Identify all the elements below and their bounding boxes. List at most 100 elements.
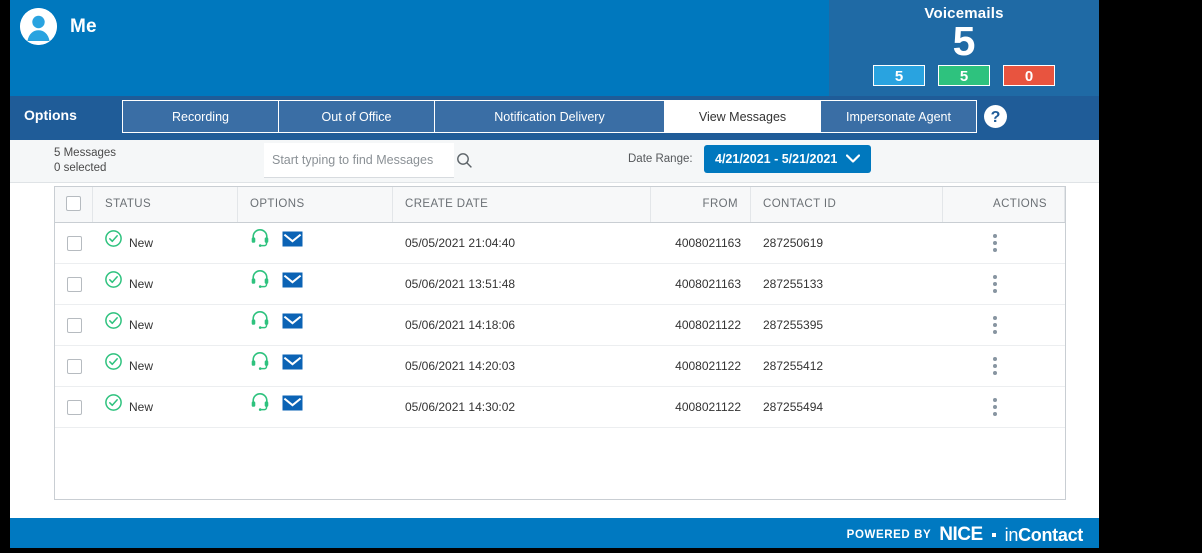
date-range-label: Date Range: [628, 153, 693, 165]
headset-icon[interactable] [250, 264, 270, 304]
tab-view-messages[interactable]: View Messages [664, 100, 821, 133]
table-row[interactable]: New [55, 264, 1065, 305]
row-contact-id: 287255412 [763, 359, 824, 373]
voicemail-badge-saved[interactable]: 5 [938, 65, 990, 86]
kebab-menu-icon[interactable] [993, 223, 997, 263]
tab-notification-delivery[interactable]: Notification Delivery [434, 100, 665, 133]
kebab-menu-icon[interactable] [993, 305, 997, 345]
header-identity: Me [20, 8, 97, 45]
tab-recording[interactable]: Recording [122, 100, 279, 133]
headset-icon[interactable] [250, 223, 270, 263]
tab-bar: Options Recording Out of Office Notifica… [10, 96, 1099, 140]
row-checkbox[interactable] [66, 400, 82, 416]
voicemails-total: 5 [952, 18, 976, 64]
row-options-cell [238, 346, 393, 386]
help-question-icon[interactable]: ? [983, 104, 1008, 129]
row-status-cell: New [93, 346, 238, 386]
row-status-label: New [129, 318, 154, 332]
table-row[interactable]: New [55, 305, 1065, 346]
headset-icon[interactable] [250, 305, 270, 345]
row-from: 4008021163 [675, 236, 741, 250]
incontact-prefix: in [1004, 524, 1019, 545]
row-select-cell [55, 305, 93, 345]
app-footer: POWERED BY NICE inContact [10, 518, 1099, 548]
table-header-row: STATUS OPTIONS CREATE DATE FROM CONTACT … [55, 187, 1065, 223]
check-circle-icon [105, 346, 122, 386]
app-window: Me Voicemails 5 5 5 0 Options Recording … [10, 0, 1099, 548]
row-create-date: 05/06/2021 13:51:48 [405, 277, 516, 291]
row-checkbox[interactable] [66, 277, 82, 293]
row-options-cell [238, 264, 393, 304]
search-icon[interactable] [456, 152, 473, 174]
column-header-contact-id: CONTACT ID [751, 187, 943, 222]
row-checkbox[interactable] [66, 318, 82, 334]
column-header-from: FROM [651, 187, 751, 222]
row-contact-id: 287255494 [763, 400, 824, 414]
row-options-cell [238, 387, 393, 427]
svg-text:?: ? [991, 109, 1001, 126]
headset-icon[interactable] [250, 346, 270, 386]
envelope-icon[interactable] [282, 305, 303, 345]
tab-impersonate-agent[interactable]: Impersonate Agent [820, 100, 977, 133]
row-status-cell: New [93, 264, 238, 304]
kebab-menu-icon[interactable] [993, 387, 997, 427]
table-row[interactable]: New [55, 223, 1065, 264]
tab-list: Recording Out of Office Notification Del… [122, 100, 977, 133]
check-circle-icon [105, 223, 122, 263]
row-from: 4008021122 [675, 400, 741, 414]
brand-lockup: POWERED BY NICE inContact [847, 524, 1084, 546]
row-checkbox[interactable] [66, 359, 82, 375]
voicemails-panel: Voicemails 5 5 5 0 [829, 0, 1099, 96]
row-status-label: New [129, 277, 154, 291]
envelope-icon[interactable] [282, 264, 303, 304]
envelope-icon[interactable] [282, 346, 303, 386]
select-all-checkbox[interactable] [66, 196, 81, 212]
row-actions-cell [943, 264, 1065, 304]
row-checkbox[interactable] [66, 236, 82, 252]
user-avatar-glyph [20, 8, 57, 45]
message-count-selected: 0 selected [54, 162, 107, 174]
row-create-date: 05/05/2021 21:04:40 [405, 236, 516, 250]
row-status-label: New [129, 236, 154, 250]
table-row[interactable]: New [55, 387, 1065, 428]
row-create-date: 05/06/2021 14:20:03 [405, 359, 516, 373]
row-status-cell: New [93, 305, 238, 345]
row-from: 4008021122 [675, 318, 741, 332]
envelope-icon[interactable] [282, 387, 303, 427]
page-title: Me [70, 15, 97, 37]
date-range-dropdown[interactable]: 4/21/2021 - 5/21/2021 [704, 145, 872, 173]
row-actions-cell [943, 223, 1065, 263]
kebab-menu-icon[interactable] [993, 346, 997, 386]
user-avatar-icon [20, 8, 57, 45]
row-status-label: New [129, 400, 154, 414]
envelope-icon[interactable] [282, 223, 303, 263]
row-contact-id: 287255395 [763, 318, 824, 332]
search-input[interactable] [264, 143, 454, 177]
column-header-create-date: CREATE DATE [393, 187, 651, 222]
row-actions-cell [943, 305, 1065, 345]
nice-logo-text: NICE [939, 524, 983, 545]
row-status-cell: New [93, 387, 238, 427]
row-select-cell [55, 223, 93, 263]
row-create-date: 05/06/2021 14:18:06 [405, 318, 516, 332]
voicemails-badges: 5 5 0 [829, 65, 1099, 86]
voicemail-badge-deleted[interactable]: 0 [1003, 65, 1055, 86]
incontact-suffix: Contact [1018, 524, 1083, 545]
kebab-menu-icon[interactable] [993, 264, 997, 304]
chevron-down-icon [846, 152, 861, 166]
row-actions-cell [943, 346, 1065, 386]
tab-out-of-office[interactable]: Out of Office [278, 100, 435, 133]
check-circle-icon [105, 305, 122, 345]
voicemail-badge-new[interactable]: 5 [873, 65, 925, 86]
messages-table: STATUS OPTIONS CREATE DATE FROM CONTACT … [54, 186, 1066, 500]
row-options-cell [238, 305, 393, 345]
row-from: 4008021163 [675, 277, 741, 291]
row-create-date: 05/06/2021 14:30:02 [405, 400, 516, 414]
headset-icon[interactable] [250, 387, 270, 427]
row-select-cell [55, 387, 93, 427]
table-row[interactable]: New [55, 346, 1065, 387]
date-range-value: 4/21/2021 - 5/21/2021 [715, 152, 838, 166]
app-header: Me Voicemails 5 5 5 0 [10, 0, 1099, 96]
row-select-cell [55, 346, 93, 386]
row-options-cell [238, 223, 393, 263]
